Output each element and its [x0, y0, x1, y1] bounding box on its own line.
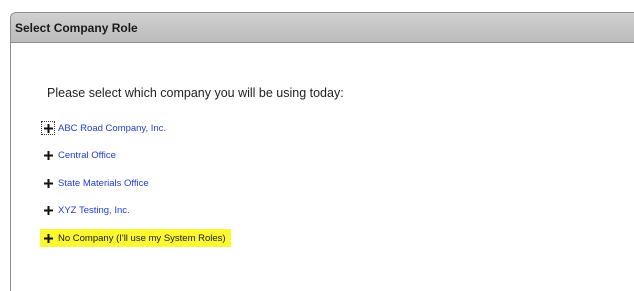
company-item-central-office[interactable]: Central Office [43, 147, 231, 165]
company-item-xyz-testing[interactable]: XYZ Testing, Inc. [43, 202, 231, 220]
plus-icon[interactable] [43, 206, 53, 216]
plus-icon[interactable] [43, 233, 53, 243]
company-label[interactable]: XYZ Testing, Inc. [58, 205, 130, 216]
plus-icon[interactable] [43, 178, 53, 188]
company-label[interactable]: State Materials Office [58, 178, 149, 189]
company-label[interactable]: No Company (I'll use my System Roles) [58, 233, 226, 244]
page: Select Company Role Please select which … [0, 0, 634, 291]
company-prompt: Please select which company you will be … [47, 86, 344, 100]
company-role-panel: Select Company Role Please select which … [10, 12, 634, 291]
panel-body: Please select which company you will be … [11, 43, 634, 291]
company-list: ABC Road Company, Inc. Central Office St… [40, 119, 231, 257]
company-item-state-materials[interactable]: State Materials Office [43, 174, 231, 192]
plus-icon[interactable] [43, 151, 53, 161]
top-strip [0, 0, 634, 12]
company-item-abc-road[interactable]: ABC Road Company, Inc. [41, 119, 231, 137]
plus-icon[interactable] [41, 121, 55, 135]
company-item-no-company[interactable]: No Company (I'll use my System Roles) [40, 229, 231, 247]
panel-title: Select Company Role [15, 20, 138, 35]
panel-header: Select Company Role [11, 13, 634, 43]
company-label[interactable]: Central Office [58, 150, 116, 161]
company-label[interactable]: ABC Road Company, Inc. [58, 123, 166, 134]
